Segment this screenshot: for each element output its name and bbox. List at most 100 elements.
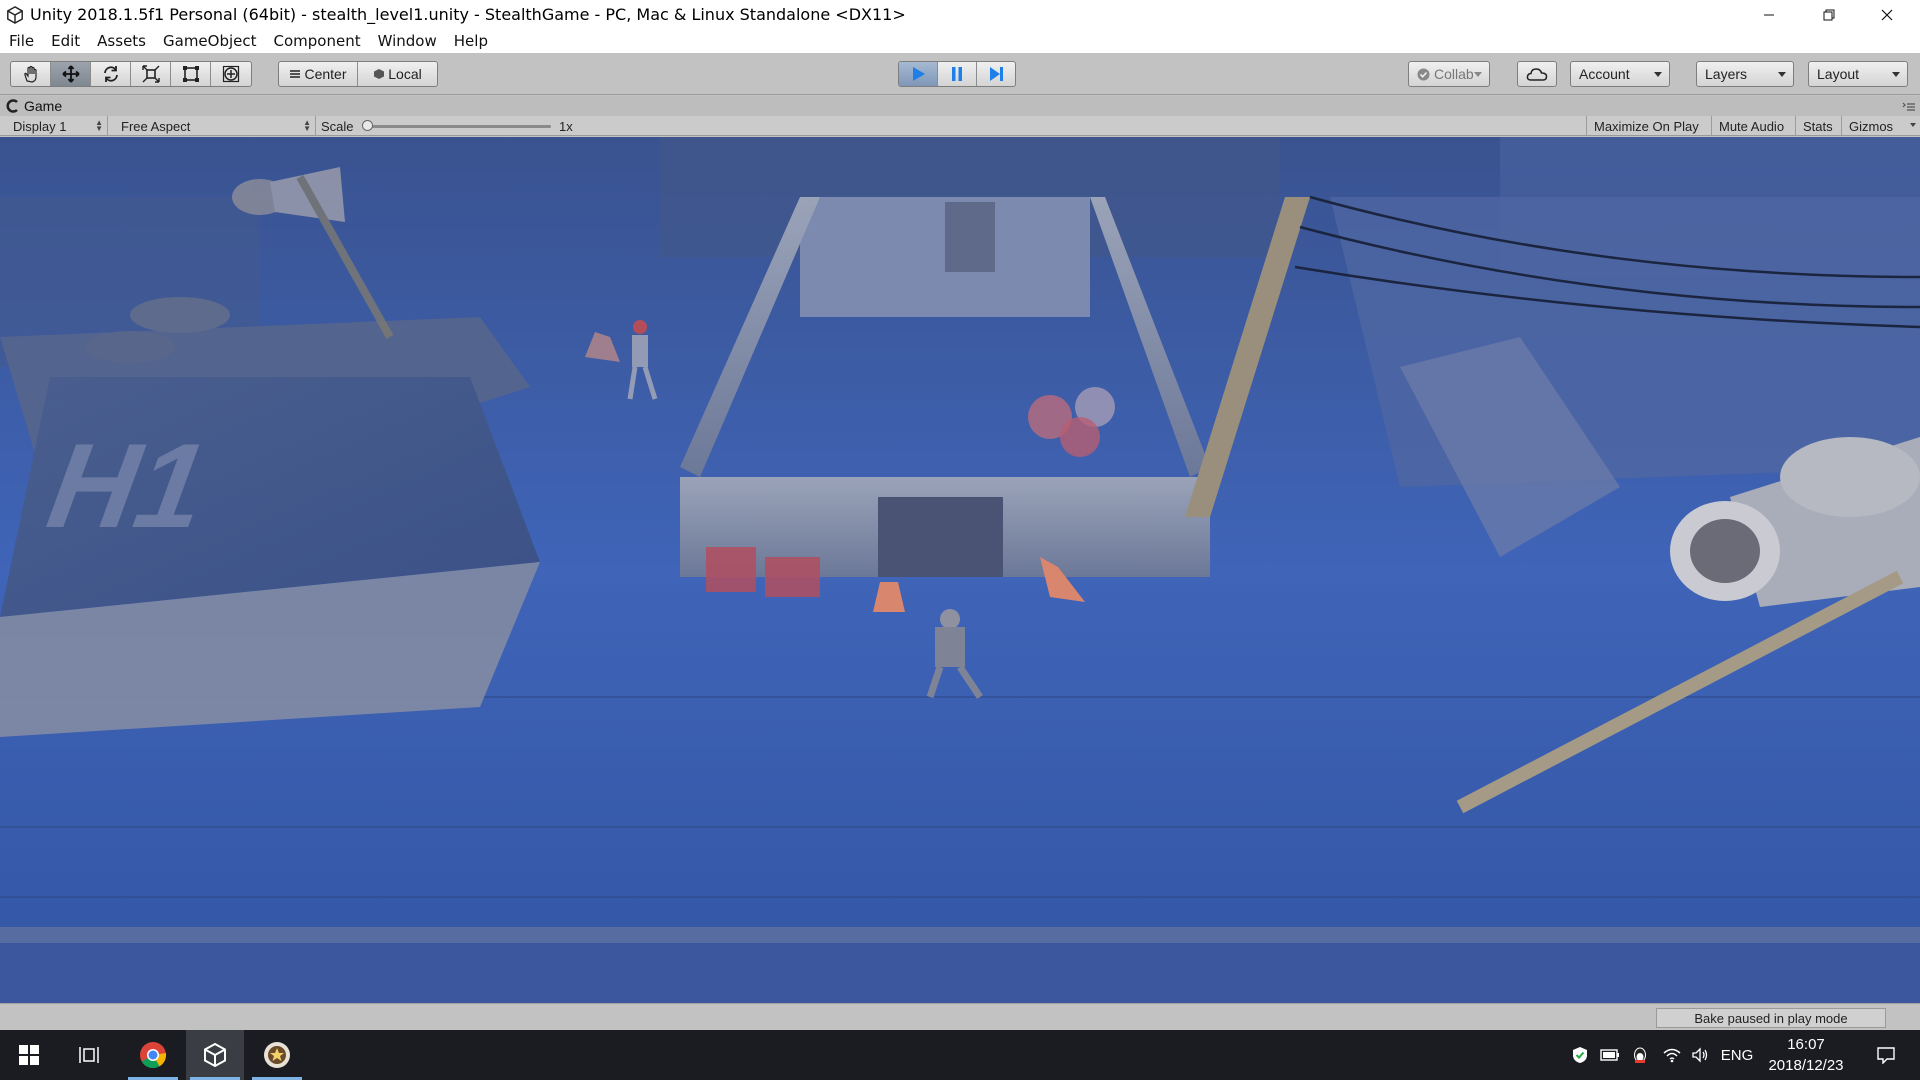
battery-tray-icon[interactable] bbox=[1598, 1030, 1622, 1080]
rotate-tool-icon bbox=[103, 66, 118, 82]
aspect-label: Free Aspect bbox=[121, 118, 191, 134]
scale-value: 1x bbox=[559, 119, 573, 134]
game-view-toolbar: Display 1 ▲ ▼ Free Aspect ▲ ▼ Scale 1x Max… bbox=[0, 116, 1920, 136]
scale-slider-thumb[interactable] bbox=[362, 120, 373, 131]
tab-game[interactable]: Game bbox=[6, 96, 62, 116]
minimize-button[interactable] bbox=[1740, 0, 1798, 29]
game-scene: H1 bbox=[0, 137, 1920, 1003]
chrome-taskbar-button[interactable] bbox=[124, 1030, 182, 1080]
checkmark-icon bbox=[1417, 68, 1430, 80]
move-tool-button[interactable] bbox=[51, 62, 91, 86]
layers-dropdown[interactable]: Layers bbox=[1696, 61, 1794, 87]
display-dropdown[interactable]: Display 1 ▲ ▼ bbox=[6, 116, 108, 136]
pivot-center-button[interactable]: Center bbox=[279, 62, 358, 86]
window-title: Unity 2018.1.5f1 Personal (64bit) - stea… bbox=[30, 5, 906, 24]
bake-status: Bake paused in play mode bbox=[1656, 1008, 1886, 1028]
hand-tool-icon bbox=[23, 65, 37, 83]
minimize-icon bbox=[1764, 14, 1774, 15]
chevron-down-icon bbox=[1910, 123, 1916, 127]
game-taskbar-button[interactable] bbox=[248, 1030, 306, 1080]
updown-arrows-icon: ▲ ▼ bbox=[303, 118, 311, 133]
mute-audio-toggle[interactable]: Mute Audio bbox=[1712, 116, 1796, 136]
unity-logo-icon bbox=[7, 5, 23, 24]
move-tool-icon bbox=[61, 65, 80, 83]
qq-tray-icon[interactable] bbox=[1628, 1030, 1652, 1080]
shield-icon bbox=[1573, 1047, 1587, 1063]
language-indicator[interactable]: ENG bbox=[1716, 1030, 1758, 1080]
panel-menu-icon[interactable] bbox=[1902, 102, 1916, 112]
pause-button[interactable] bbox=[938, 62, 977, 86]
pivot-center-icon bbox=[290, 70, 301, 78]
wifi-tray-icon[interactable] bbox=[1660, 1030, 1684, 1080]
penguin-icon bbox=[1634, 1047, 1646, 1063]
game-app-icon bbox=[264, 1042, 290, 1068]
pivot-local-button[interactable]: Local bbox=[358, 62, 437, 86]
maximize-on-play-label: Maximize On Play bbox=[1594, 118, 1699, 134]
stats-toggle[interactable]: Stats bbox=[1796, 116, 1842, 136]
action-center-button[interactable] bbox=[1862, 1030, 1910, 1080]
start-icon bbox=[19, 1045, 39, 1065]
menu-gameobject[interactable]: GameObject bbox=[163, 32, 257, 50]
collab-label: Collab bbox=[1434, 66, 1474, 82]
task-view-icon bbox=[79, 1047, 99, 1063]
account-dropdown[interactable]: Account bbox=[1570, 61, 1670, 87]
layout-label: Layout bbox=[1817, 66, 1860, 82]
restore-button[interactable] bbox=[1800, 0, 1858, 29]
volume-tray-icon[interactable] bbox=[1688, 1030, 1712, 1080]
menu-assets[interactable]: Assets bbox=[97, 32, 146, 50]
local-space-icon bbox=[374, 69, 385, 79]
restore-icon bbox=[1823, 9, 1835, 20]
taskbar: ENG 16:07 2018/12/23 bbox=[0, 1030, 1920, 1080]
stats-label: Stats bbox=[1803, 118, 1833, 134]
close-button[interactable] bbox=[1858, 0, 1916, 29]
collab-dropdown[interactable]: Collab bbox=[1408, 61, 1490, 87]
unity-icon bbox=[204, 1042, 226, 1068]
step-icon bbox=[990, 67, 1003, 81]
aspect-dropdown[interactable]: Free Aspect ▲ ▼ bbox=[114, 116, 316, 136]
gizmos-label: Gizmos bbox=[1849, 118, 1894, 134]
scale-slider-track[interactable] bbox=[366, 125, 551, 128]
menu-component[interactable]: Component bbox=[274, 32, 361, 50]
close-icon bbox=[1881, 9, 1893, 20]
security-tray-icon[interactable] bbox=[1568, 1030, 1592, 1080]
pivot-local-label: Local bbox=[388, 66, 422, 82]
clock[interactable]: 16:07 2018/12/23 bbox=[1758, 1034, 1854, 1076]
speaker-icon bbox=[1692, 1047, 1708, 1063]
scale-tool-button[interactable] bbox=[131, 62, 171, 86]
gizmos-dropdown[interactable]: Gizmos bbox=[1842, 116, 1920, 136]
clock-date: 2018/12/23 bbox=[1768, 1057, 1844, 1074]
hand-tool-button[interactable] bbox=[11, 62, 51, 86]
step-button[interactable] bbox=[977, 62, 1015, 86]
clock-time: 16:07 bbox=[1787, 1036, 1825, 1053]
menu-edit[interactable]: Edit bbox=[51, 32, 80, 50]
play-button[interactable] bbox=[899, 62, 938, 86]
rect-tool-button[interactable] bbox=[171, 62, 211, 86]
transform-tool-button[interactable] bbox=[211, 62, 251, 86]
menu-file[interactable]: File bbox=[9, 32, 34, 50]
cloud-button[interactable] bbox=[1517, 61, 1557, 87]
rect-tool-icon bbox=[182, 66, 199, 82]
account-label: Account bbox=[1579, 66, 1630, 82]
maximize-on-play-toggle[interactable]: Maximize On Play bbox=[1586, 116, 1712, 136]
wifi-icon bbox=[1663, 1048, 1681, 1063]
cloud-icon bbox=[1526, 68, 1548, 81]
status-bar: Bake paused in play mode bbox=[0, 1003, 1920, 1030]
menu-window[interactable]: Window bbox=[378, 32, 437, 50]
tab-game-label: Game bbox=[24, 98, 63, 114]
pause-icon bbox=[952, 67, 962, 81]
game-tab-bar: Game bbox=[0, 96, 1920, 116]
rotate-tool-button[interactable] bbox=[91, 62, 131, 86]
menu-help[interactable]: Help bbox=[454, 32, 488, 50]
pivot-center-label: Center bbox=[304, 66, 347, 82]
task-view-button[interactable] bbox=[60, 1030, 118, 1080]
scale-tool-icon bbox=[141, 65, 160, 83]
game-viewport[interactable]: H1 bbox=[0, 137, 1920, 1003]
layout-dropdown[interactable]: Layout bbox=[1808, 61, 1908, 87]
scale-label: Scale bbox=[321, 118, 354, 134]
title-bar: Unity 2018.1.5f1 Personal (64bit) - stea… bbox=[0, 0, 1920, 29]
playback-controls bbox=[898, 61, 1016, 87]
unity-taskbar-button[interactable] bbox=[186, 1030, 244, 1080]
start-button[interactable] bbox=[0, 1030, 58, 1080]
main-toolbar: Center Local Collab Account Layers Layou… bbox=[0, 53, 1920, 95]
menu-bar: File Edit Assets GameObject Component Wi… bbox=[0, 29, 1920, 53]
